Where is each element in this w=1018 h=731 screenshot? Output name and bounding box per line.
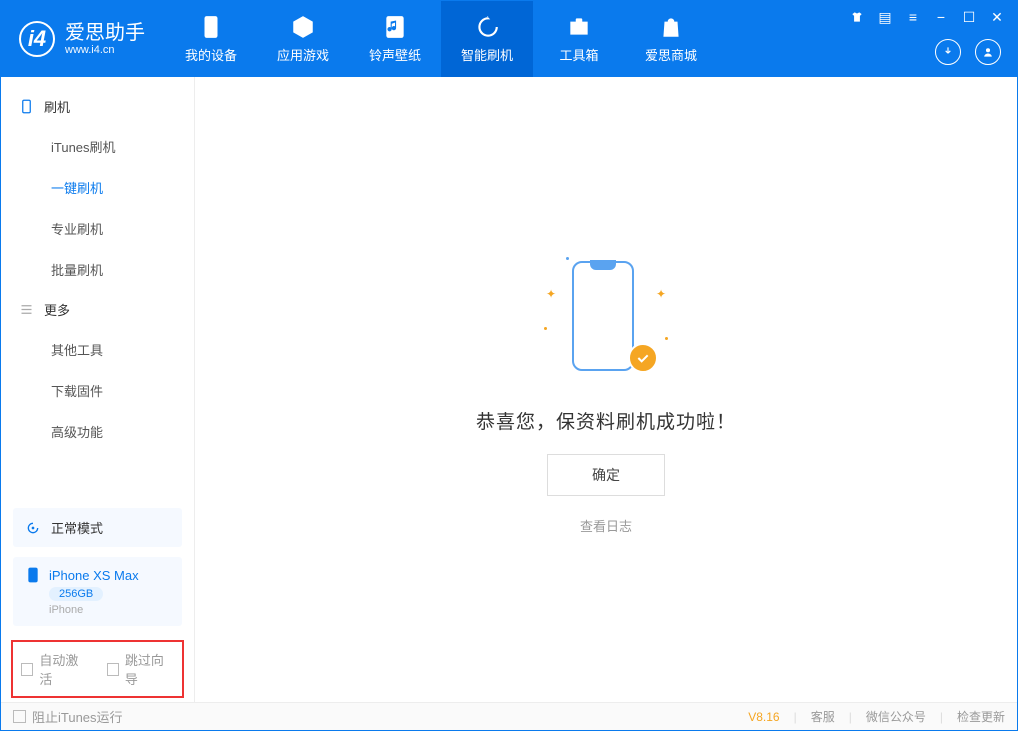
app-subtitle: www.i4.cn bbox=[65, 44, 145, 56]
status-bar: 阻止iTunes运行 V8.16 | 客服 | 微信公众号 | 检查更新 bbox=[1, 702, 1017, 730]
sidebar-item-advanced[interactable]: 高级功能 bbox=[1, 411, 194, 452]
phone-graphic bbox=[572, 261, 634, 371]
list-icon bbox=[19, 302, 34, 317]
tab-store[interactable]: 爱思商城 bbox=[625, 1, 717, 77]
checkmark-badge bbox=[628, 343, 658, 373]
device-type: iPhone bbox=[49, 604, 170, 616]
phone-icon bbox=[19, 99, 34, 114]
device-mode-label: 正常模式 bbox=[51, 518, 103, 537]
footer-link-wechat[interactable]: 微信公众号 bbox=[866, 708, 926, 725]
sidebar-item-other-tools[interactable]: 其他工具 bbox=[1, 329, 194, 370]
tab-my-device[interactable]: 我的设备 bbox=[165, 1, 257, 77]
checkbox-label: 阻止iTunes运行 bbox=[32, 707, 123, 726]
checkbox-label: 自动激活 bbox=[39, 650, 88, 688]
view-log-link[interactable]: 查看日志 bbox=[580, 516, 632, 535]
main-tabs: 我的设备 应用游戏 铃声壁纸 智能刷机 工具箱 爱思商城 bbox=[165, 1, 717, 77]
sidebar-item-pro-flash[interactable]: 专业刷机 bbox=[1, 208, 194, 249]
app-title: 爱思助手 bbox=[65, 22, 145, 44]
tab-label: 智能刷机 bbox=[461, 45, 513, 64]
download-icon[interactable] bbox=[935, 39, 961, 65]
checkbox-label: 跳过向导 bbox=[125, 650, 174, 688]
tab-label: 工具箱 bbox=[559, 45, 598, 64]
user-icon[interactable] bbox=[975, 39, 1001, 65]
ok-button[interactable]: 确定 bbox=[547, 454, 665, 496]
tab-toolbox[interactable]: 工具箱 bbox=[533, 1, 625, 77]
checkbox-icon bbox=[107, 663, 119, 676]
tshirt-icon[interactable] bbox=[847, 7, 867, 27]
phone-icon bbox=[25, 567, 41, 583]
bag-icon bbox=[658, 14, 684, 40]
minimize-button[interactable]: − bbox=[931, 7, 951, 27]
logo-icon: i4 bbox=[19, 21, 55, 57]
sidebar-item-oneclick-flash[interactable]: 一键刷机 bbox=[1, 167, 194, 208]
device-name: iPhone XS Max bbox=[49, 568, 139, 583]
tab-label: 爱思商城 bbox=[645, 45, 697, 64]
close-button[interactable]: ✕ bbox=[987, 7, 1007, 27]
tab-label: 铃声壁纸 bbox=[369, 45, 421, 64]
highlighted-options: 自动激活 跳过向导 bbox=[11, 640, 184, 698]
list-icon[interactable]: ▤ bbox=[875, 7, 895, 27]
sidebar-group-more: 更多 bbox=[1, 290, 194, 329]
tab-apps-games[interactable]: 应用游戏 bbox=[257, 1, 349, 77]
tab-label: 应用游戏 bbox=[277, 45, 329, 64]
checkbox-block-itunes[interactable]: 阻止iTunes运行 bbox=[13, 707, 123, 726]
sidebar-group-title: 更多 bbox=[44, 300, 70, 319]
version-label: V8.16 bbox=[748, 710, 779, 724]
device-icon bbox=[198, 14, 224, 40]
sidebar-item-batch-flash[interactable]: 批量刷机 bbox=[1, 249, 194, 290]
success-illustration: ✦ ✦ bbox=[536, 247, 676, 387]
success-message: 恭喜您，保资料刷机成功啦！ bbox=[476, 407, 736, 434]
tab-label: 我的设备 bbox=[185, 45, 237, 64]
device-mode-card[interactable]: 正常模式 bbox=[13, 508, 182, 547]
sidebar-item-download-firmware[interactable]: 下载固件 bbox=[1, 370, 194, 411]
checkbox-icon bbox=[21, 663, 33, 676]
footer-link-support[interactable]: 客服 bbox=[811, 708, 835, 725]
device-info-card[interactable]: iPhone XS Max 256GB iPhone bbox=[13, 557, 182, 626]
sidebar-group-flash: 刷机 bbox=[1, 87, 194, 126]
cube-icon bbox=[290, 14, 316, 40]
main-content: ✦ ✦ 恭喜您，保资料刷机成功啦！ 确定 查看日志 bbox=[195, 77, 1017, 704]
tab-smart-flash[interactable]: 智能刷机 bbox=[441, 1, 533, 77]
tab-ringtones-wallpapers[interactable]: 铃声壁纸 bbox=[349, 1, 441, 77]
briefcase-icon bbox=[566, 14, 592, 40]
menu-icon[interactable]: ≡ bbox=[903, 7, 923, 27]
device-storage-badge: 256GB bbox=[49, 587, 103, 601]
checkbox-auto-activate[interactable]: 自动激活 bbox=[21, 650, 89, 688]
checkbox-skip-guide[interactable]: 跳过向导 bbox=[107, 650, 175, 688]
window-controls: ▤ ≡ − ☐ ✕ bbox=[847, 7, 1007, 27]
refresh-icon bbox=[474, 14, 500, 40]
sidebar-group-title: 刷机 bbox=[44, 97, 70, 116]
maximize-button[interactable]: ☐ bbox=[959, 7, 979, 27]
footer-link-update[interactable]: 检查更新 bbox=[957, 708, 1005, 725]
sidebar: 刷机 iTunes刷机 一键刷机 专业刷机 批量刷机 更多 其他工具 下载固件 … bbox=[1, 77, 195, 704]
sidebar-item-itunes-flash[interactable]: iTunes刷机 bbox=[1, 126, 194, 167]
sync-icon bbox=[25, 520, 41, 536]
app-logo: i4 爱思助手 www.i4.cn bbox=[1, 1, 165, 77]
music-icon bbox=[382, 14, 408, 40]
checkbox-icon bbox=[13, 710, 26, 723]
title-bar: i4 爱思助手 www.i4.cn 我的设备 应用游戏 铃声壁纸 智能刷机 工具… bbox=[1, 1, 1017, 77]
